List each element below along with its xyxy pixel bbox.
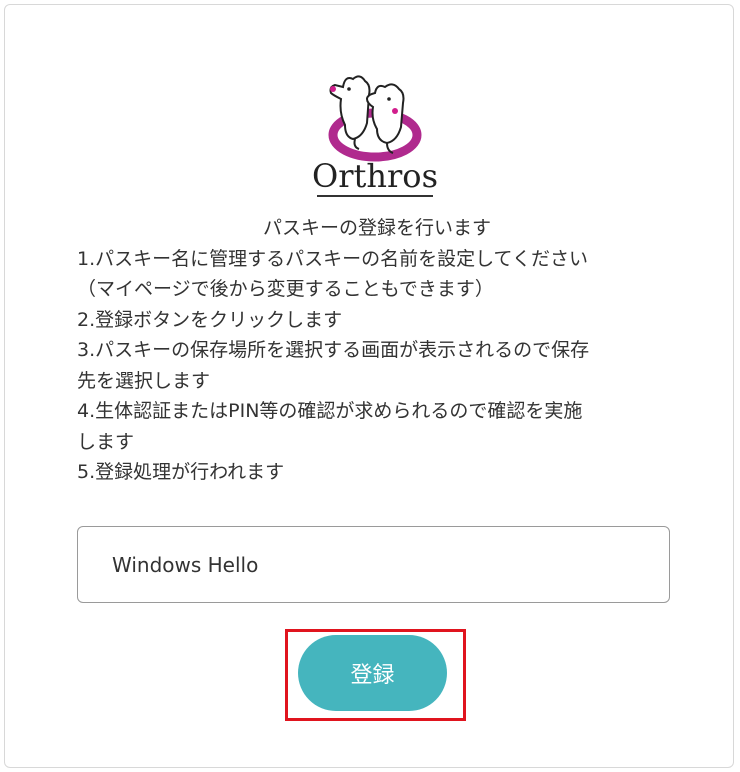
instruction-line: 先を選択します: [77, 369, 211, 392]
logo-wordmark: Orthros: [312, 157, 438, 195]
instructions-block: パスキーの登録を行います 1.パスキー名に管理するパスキーの名前を設定してくださ…: [77, 213, 677, 488]
instruction-line: 3.パスキーの保存場所を選択する画面が表示されるので保存: [77, 339, 590, 361]
passkey-registration-card: Orthros パスキーの登録を行います 1.パスキー名に管理するパスキーの名前…: [4, 4, 734, 768]
dog-mascot-icon: [328, 75, 422, 162]
instruction-line: 4.生体認証またはPIN等の確認が求められるので確認を実施: [77, 400, 583, 422]
register-button[interactable]: 登録: [298, 635, 447, 711]
instructions-title: パスキーの登録を行います: [262, 217, 491, 239]
instruction-line: 5.登録処理が行われます: [77, 461, 285, 483]
instruction-line: （マイページで後から変更することもできます）: [77, 278, 494, 300]
instruction-line: します: [77, 430, 135, 453]
instruction-line: 2.登録ボタンをクリックします: [77, 308, 343, 331]
logo-underline: [317, 195, 433, 197]
passkey-name-input[interactable]: [77, 526, 670, 603]
instruction-line: 1.パスキー名に管理するパスキーの名前を設定してください: [77, 247, 588, 270]
